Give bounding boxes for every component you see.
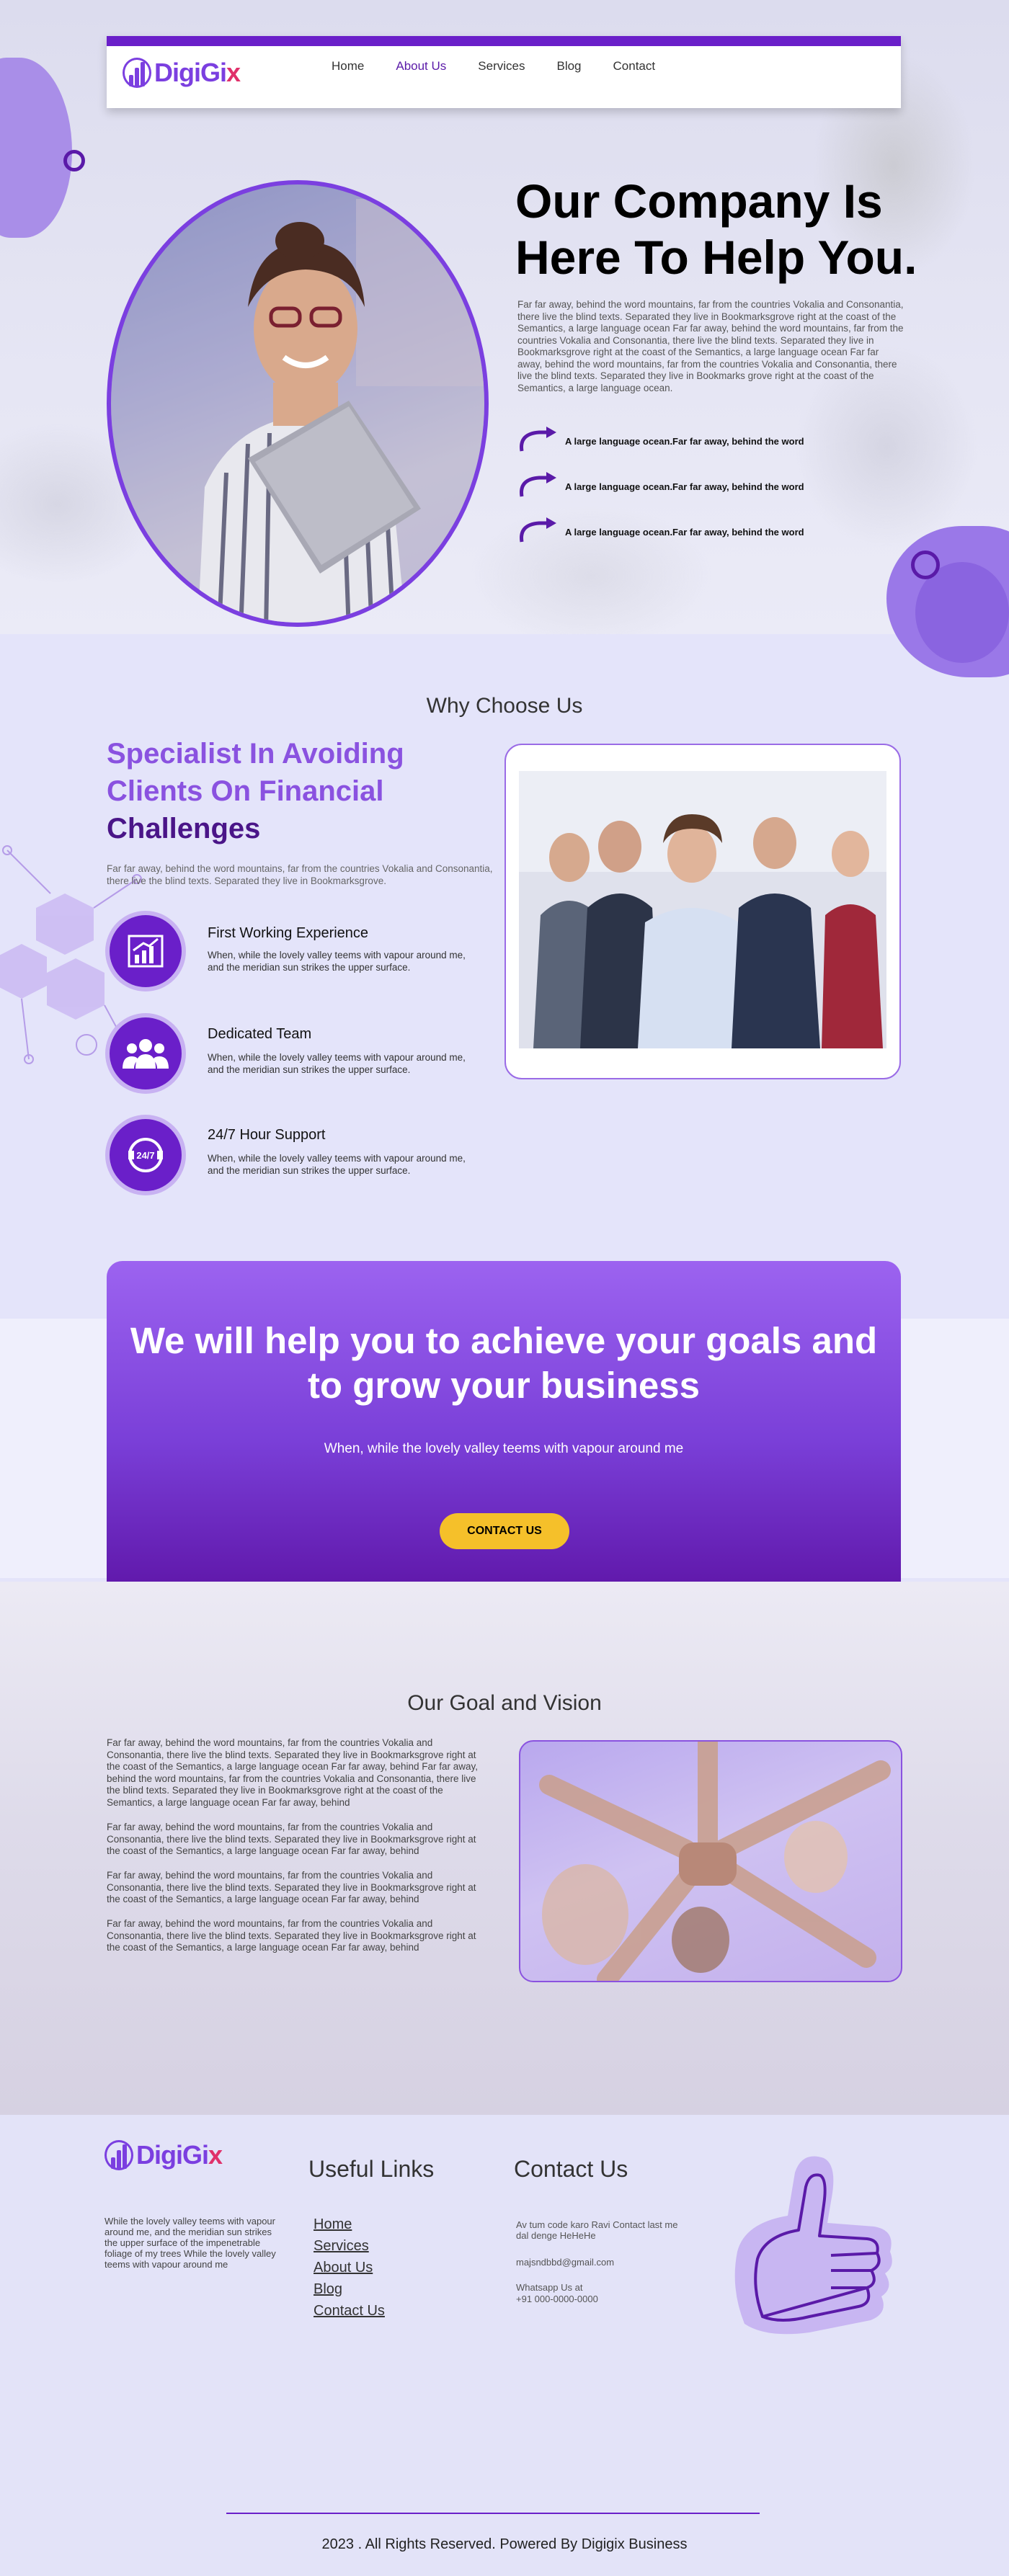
navbar: DigiGix Home About Us Services Blog Cont… — [107, 36, 901, 108]
nav-item-services[interactable]: Services — [462, 59, 541, 73]
footer-link-about-us[interactable]: About Us — [314, 2257, 385, 2278]
feature-description: When, while the lovely valley teems with… — [208, 1153, 466, 1176]
whatsapp-label: Whatsapp Us at — [516, 2282, 583, 2293]
svg-text:24/7: 24/7 — [136, 1150, 154, 1161]
brand-name: DigiGix — [154, 58, 241, 87]
nav-item-contact[interactable]: Contact — [597, 59, 672, 73]
contact-us-title: Contact Us — [514, 2156, 628, 2182]
footer-divider — [226, 2513, 760, 2514]
goal-paragraph: Far far away, behind the word mountains,… — [107, 1918, 476, 1953]
nav-item-blog[interactable]: Blog — [541, 59, 597, 73]
useful-links-list: Home Services About Us Blog Contact Us — [314, 2214, 385, 2322]
brand-name: DigiGix — [136, 2140, 223, 2170]
decorative-ring-left — [63, 150, 85, 171]
copyright-text: 2023 . All Rights Reserved. Powered By D… — [321, 2536, 688, 2552]
decorative-ring-right — [911, 551, 940, 579]
woman-with-laptop-illustration — [111, 184, 484, 623]
business-team-image — [519, 771, 886, 1048]
curved-arrow-icon — [520, 472, 556, 497]
goal-paragraph: Far far away, behind the word mountains,… — [107, 1822, 476, 1856]
footer-link-blog[interactable]: Blog — [314, 2278, 385, 2300]
hero-paragraph: Far far away, behind the word mountains,… — [517, 299, 904, 393]
footer-link-home[interactable]: Home — [314, 2214, 385, 2235]
why-heading: Specialist In Avoiding Clients On Financ… — [107, 738, 404, 844]
why-paragraph: Far far away, behind the word mountains,… — [107, 863, 493, 886]
contact-phone[interactable]: +91 000-0000-0000 — [516, 2294, 598, 2304]
cta-subtitle: When, while the lovely valley teems with… — [324, 1441, 684, 1456]
goal-section-title: Our Goal and Vision — [407, 1691, 602, 1715]
thumbs-up-icon — [734, 2156, 892, 2335]
feature-title: Dedicated Team — [208, 1026, 312, 1042]
teamwork-hands-image — [519, 1740, 902, 1982]
logo-bars-icon — [105, 2139, 133, 2172]
contact-us-button[interactable]: CONTACT US — [440, 1513, 569, 1549]
footer-link-services[interactable]: Services — [314, 2235, 385, 2257]
hero-point: A large language ocean.Far far away, beh… — [517, 472, 804, 501]
nav-item-home[interactable]: Home — [316, 59, 380, 73]
brand-logo[interactable]: DigiGix — [123, 56, 241, 89]
hero-title: Our Company Is Here To Help You. — [515, 174, 917, 284]
footer-description: While the lovely valley teems with vapou… — [105, 2216, 276, 2270]
contact-email[interactable]: majsndbbd@gmail.com — [516, 2257, 614, 2268]
footer-brand-logo[interactable]: DigiGix — [105, 2139, 223, 2172]
nav-menu: Home About Us Services Blog Contact — [316, 59, 671, 73]
useful-links-title: Useful Links — [308, 2156, 435, 2182]
hero-portrait-image — [107, 180, 489, 627]
feature-title: First Working Experience — [208, 925, 369, 941]
logo-bars-icon — [123, 56, 151, 89]
feature-title: 24/7 Hour Support — [208, 1127, 326, 1143]
feature-description: When, while the lovely valley teems with… — [208, 950, 466, 973]
support-24-7-icon: 24/7 — [110, 1119, 182, 1191]
contact-text: Av tum code karo Ravi Contact last me da… — [516, 2219, 678, 2241]
hero-point: A large language ocean.Far far away, beh… — [517, 427, 804, 455]
feature-description: When, while the lovely valley teems with… — [208, 1052, 466, 1075]
team-icon — [110, 1017, 182, 1089]
goal-paragraph: Far far away, behind the word mountains,… — [107, 1737, 479, 1808]
growth-chart-icon — [110, 915, 182, 987]
footer-link-contact-us[interactable]: Contact Us — [314, 2300, 385, 2322]
goal-paragraph: Far far away, behind the word mountains,… — [107, 1870, 476, 1904]
curved-arrow-icon — [520, 517, 556, 543]
curved-arrow-icon — [520, 427, 556, 452]
nav-item-about-us[interactable]: About Us — [380, 59, 462, 73]
why-section-title: Why Choose Us — [426, 694, 583, 718]
hero-point: A large language ocean.Far far away, beh… — [517, 517, 804, 546]
cta-title: We will help you to achieve your goals a… — [130, 1320, 878, 1406]
